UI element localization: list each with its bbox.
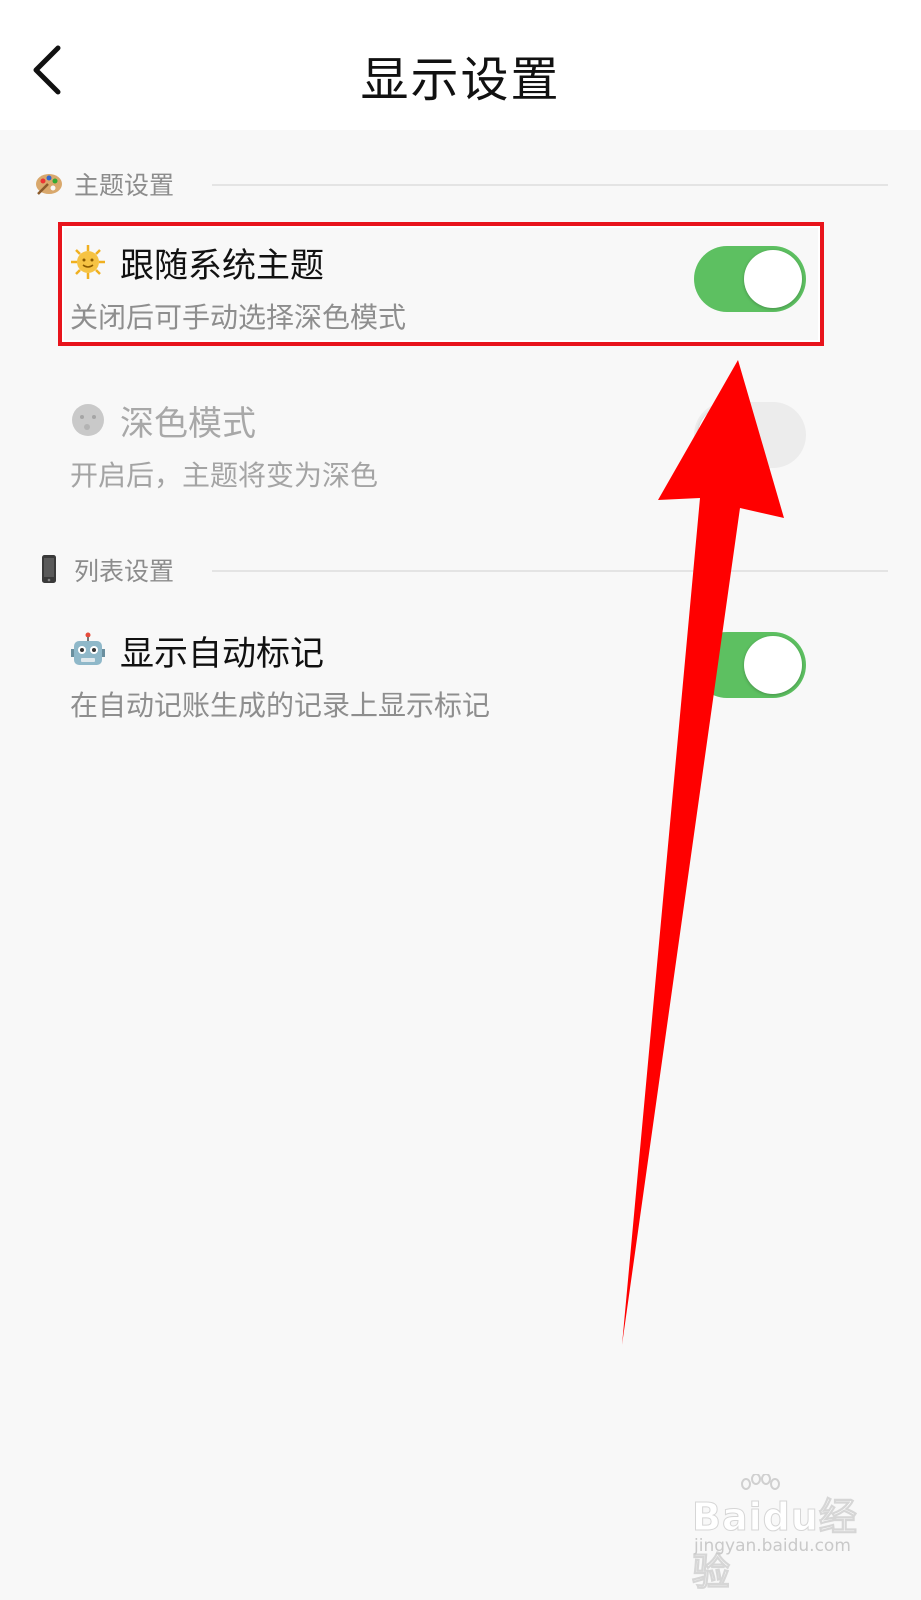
section-divider [212, 184, 888, 186]
section-list-title: 列表设置 [74, 557, 175, 586]
section-theme-header: 主题设置 [34, 164, 888, 204]
mobile-phone-icon [34, 554, 64, 584]
dark-mode-description: 开启后，主题将变为深色 [70, 459, 379, 492]
sun-icon [70, 244, 106, 280]
show-auto-mark-title: 显示自动标记 [120, 634, 324, 674]
toggle-knob [698, 406, 756, 464]
toggle-knob [744, 636, 802, 694]
header-bar: 显示设置 [0, 0, 921, 130]
section-list-header: 列表设置 [34, 550, 888, 590]
section-theme-title: 主题设置 [74, 171, 175, 200]
watermark-url-text: jingyan.baidu.com [694, 1536, 851, 1556]
section-divider [212, 570, 888, 572]
follow-system-theme-toggle[interactable] [694, 246, 806, 312]
moon-icon [70, 402, 106, 438]
show-auto-mark-toggle[interactable] [694, 632, 806, 698]
dark-mode-title: 深色模式 [120, 404, 256, 444]
palette-icon [34, 168, 64, 198]
page-title: 显示设置 [360, 52, 561, 108]
robot-icon [70, 632, 106, 668]
dark-mode-toggle[interactable] [694, 402, 806, 468]
show-auto-mark-description: 在自动记账生成的记录上显示标记 [70, 689, 491, 722]
follow-system-theme-description: 关闭后可手动选择深色模式 [70, 301, 407, 334]
follow-system-theme-title: 跟随系统主题 [120, 246, 324, 286]
toggle-knob [744, 250, 802, 308]
baidu-jingyan-watermark: Baidu经验 jingyan.baidu.com [692, 1474, 892, 1595]
